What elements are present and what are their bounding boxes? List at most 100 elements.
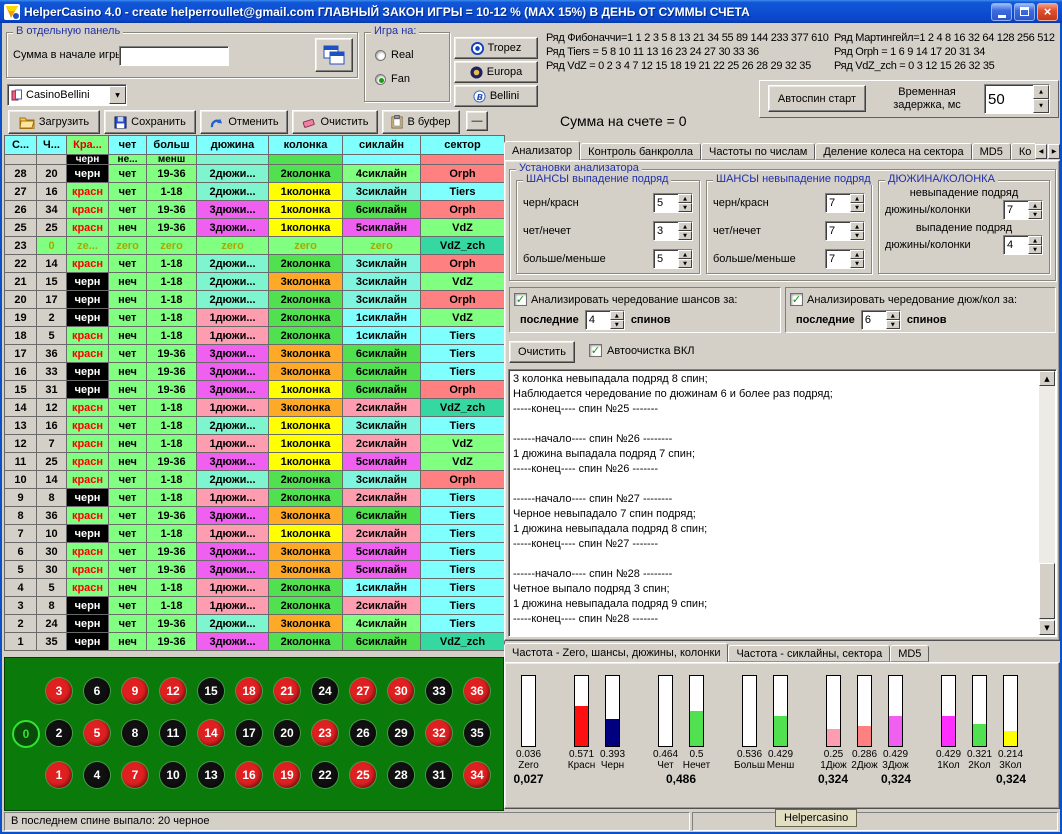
spinner-up-icon[interactable]: ▲	[850, 194, 864, 203]
detach-panel-button[interactable]	[315, 38, 353, 72]
bellini-button[interactable]: B Bellini	[454, 85, 538, 107]
spinner-up-icon[interactable]: ▲	[678, 222, 692, 231]
board-number-34[interactable]: 34	[464, 762, 490, 788]
board-number-5[interactable]: 5	[84, 720, 110, 746]
spinner-up-icon[interactable]: ▲	[850, 250, 864, 259]
board-number-26[interactable]: 26	[350, 720, 376, 746]
spinner-down-icon[interactable]: ▼	[678, 231, 692, 240]
spinner-up-icon[interactable]: ▲	[850, 222, 864, 231]
board-number-15[interactable]: 15	[198, 678, 224, 704]
spinner-down-icon[interactable]: ▼	[1028, 245, 1042, 254]
board-number-1[interactable]: 1	[46, 762, 72, 788]
copy-to-buffer-button[interactable]: В буфер	[382, 110, 460, 134]
tab-freq-sixlines-sectors[interactable]: Частота - сиклайны, сектора	[728, 645, 890, 662]
tab-ko[interactable]: Ко	[1011, 143, 1035, 160]
scroll-down-icon[interactable]: ▼	[1039, 620, 1055, 635]
spinner-down-icon[interactable]: ▼	[1028, 210, 1042, 219]
board-number-21[interactable]: 21	[274, 678, 300, 704]
board-number-27[interactable]: 27	[350, 678, 376, 704]
board-number-2[interactable]: 2	[46, 720, 72, 746]
dozen-miss-spinner[interactable]: 7▲▼	[1003, 200, 1043, 220]
board-number-23[interactable]: 23	[312, 720, 338, 746]
board-number-14[interactable]: 14	[198, 720, 224, 746]
board-number-8[interactable]: 8	[122, 720, 148, 746]
even-odd-streak-spinner[interactable]: 3▲▼	[653, 221, 693, 241]
board-number-25[interactable]: 25	[350, 762, 376, 788]
board-number-36[interactable]: 36	[464, 678, 490, 704]
tab-number-frequencies[interactable]: Частоты по числам	[701, 143, 815, 160]
black-red-streak-spinner[interactable]: 5▲▼	[653, 193, 693, 213]
board-number-0[interactable]: 0	[12, 720, 40, 748]
dozen-last-spins-spinner[interactable]: 6▲▼	[861, 310, 901, 330]
analyzer-log[interactable]: 3 колонка невыпадала подряд 8 спин; Набл…	[508, 369, 1057, 637]
collapse-button[interactable]: —	[466, 111, 488, 131]
board-number-30[interactable]: 30	[388, 678, 414, 704]
board-number-9[interactable]: 9	[122, 678, 148, 704]
even-odd-miss-spinner[interactable]: 7▲▼	[825, 221, 865, 241]
board-number-7[interactable]: 7	[122, 762, 148, 788]
spinner-down-icon[interactable]: ▼	[678, 259, 692, 268]
tab-bankroll-control[interactable]: Контроль банкролла	[580, 143, 701, 160]
spinner-down-icon[interactable]: ▼	[1033, 99, 1049, 113]
scroll-thumb[interactable]	[1039, 563, 1055, 619]
board-number-19[interactable]: 19	[274, 762, 300, 788]
save-button[interactable]: Сохранить	[104, 110, 196, 134]
board-number-32[interactable]: 32	[426, 720, 452, 746]
autoclear-checkbox[interactable]: ✓	[589, 344, 602, 357]
spinner-down-icon[interactable]: ▼	[678, 203, 692, 212]
high-low-miss-spinner[interactable]: 7▲▼	[825, 249, 865, 269]
spinner-down-icon[interactable]: ▼	[850, 203, 864, 212]
clear-analyzer-button[interactable]: Очистить	[509, 341, 575, 363]
board-number-31[interactable]: 31	[426, 762, 452, 788]
board-number-16[interactable]: 16	[236, 762, 262, 788]
board-number-10[interactable]: 10	[160, 762, 186, 788]
tabs-scroll-right-button[interactable]: ▶	[1048, 144, 1060, 159]
board-number-3[interactable]: 3	[46, 678, 72, 704]
board-number-18[interactable]: 18	[236, 678, 262, 704]
autospin-start-button[interactable]: Автоспин старт	[768, 85, 866, 112]
tab-md5-bottom[interactable]: MD5	[890, 645, 929, 662]
board-number-11[interactable]: 11	[160, 720, 186, 746]
radio-fan[interactable]: Fan	[375, 73, 410, 85]
delay-spinner[interactable]: 50▲▼	[984, 84, 1050, 114]
spinner-up-icon[interactable]: ▲	[610, 311, 624, 320]
spinner-up-icon[interactable]: ▲	[1028, 236, 1042, 245]
tab-analyzer[interactable]: Анализатор	[504, 141, 580, 160]
board-number-22[interactable]: 22	[312, 762, 338, 788]
casino-select[interactable]: CasinoBellini ▼	[7, 84, 127, 106]
spinner-up-icon[interactable]: ▲	[886, 311, 900, 320]
spinner-up-icon[interactable]: ▲	[1033, 85, 1049, 99]
board-number-24[interactable]: 24	[312, 678, 338, 704]
chevron-down-icon[interactable]: ▼	[109, 86, 126, 104]
spinner-down-icon[interactable]: ▼	[850, 259, 864, 268]
board-number-13[interactable]: 13	[198, 762, 224, 788]
dozen-alternation-checkbox[interactable]: ✓	[790, 293, 803, 306]
black-red-miss-spinner[interactable]: 7▲▼	[825, 193, 865, 213]
tabs-scroll-left-button[interactable]: ◀	[1035, 144, 1047, 159]
tab-md5[interactable]: MD5	[972, 143, 1011, 160]
title-bar[interactable]: HelperCasino 4.0 - create helperroullet@…	[0, 0, 1062, 23]
scroll-up-icon[interactable]: ▲	[1039, 371, 1055, 386]
spinner-down-icon[interactable]: ▼	[850, 231, 864, 240]
undo-button[interactable]: Отменить	[200, 110, 288, 134]
europa-button[interactable]: Europa	[454, 61, 538, 83]
close-button[interactable]: ×	[1037, 3, 1058, 21]
spinner-down-icon[interactable]: ▼	[886, 320, 900, 329]
board-number-6[interactable]: 6	[84, 678, 110, 704]
load-button[interactable]: Загрузить	[8, 110, 100, 134]
chances-last-spins-spinner[interactable]: 4▲▼	[585, 310, 625, 330]
tropez-button[interactable]: Tropez	[454, 37, 538, 59]
board-number-12[interactable]: 12	[160, 678, 186, 704]
board-number-4[interactable]: 4	[84, 762, 110, 788]
board-number-28[interactable]: 28	[388, 762, 414, 788]
maximize-button[interactable]	[1014, 3, 1035, 21]
board-number-29[interactable]: 29	[388, 720, 414, 746]
log-scrollbar[interactable]: ▲ ▼	[1039, 371, 1055, 635]
tab-wheel-sectors[interactable]: Деление колеса на сектора	[815, 143, 971, 160]
board-number-35[interactable]: 35	[464, 720, 490, 746]
spinner-up-icon[interactable]: ▲	[678, 194, 692, 203]
minimize-button[interactable]	[991, 3, 1012, 21]
board-number-17[interactable]: 17	[236, 720, 262, 746]
board-number-33[interactable]: 33	[426, 678, 452, 704]
spinner-up-icon[interactable]: ▲	[1028, 201, 1042, 210]
